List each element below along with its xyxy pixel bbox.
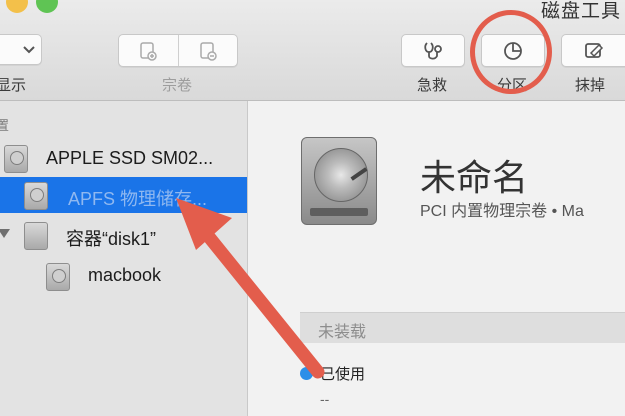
view-label: 显示 (0, 77, 27, 94)
disclosure-triangle-icon[interactable] (0, 229, 10, 238)
first-aid-button[interactable] (401, 34, 465, 67)
stethoscope-icon (421, 40, 445, 62)
remove-volume-button[interactable] (177, 35, 238, 66)
used-label: 已使用 (320, 366, 366, 383)
internal-disk-icon (4, 145, 28, 173)
erase-button[interactable] (561, 34, 625, 67)
sidebar: 置 APPLE SSD SM02... APFS 物理储存... 容器“disk… (0, 101, 248, 416)
mount-status-bar: 未装载 (300, 312, 625, 343)
erase-label: 抹掉 (575, 77, 606, 94)
hard-drive-icon (301, 137, 377, 225)
detail-pane: 未命名 PCI 内置物理宗卷 • Ma 未装载 已使用 -- (248, 101, 625, 416)
volume-icon (46, 263, 70, 291)
first-aid-label: 急救 (417, 77, 448, 94)
sidebar-section-label: 置 (0, 118, 10, 133)
app-title: 磁盘工具 (540, 1, 621, 22)
zoom-window-button[interactable] (36, 0, 58, 13)
minimize-window-button[interactable] (6, 0, 28, 13)
sidebar-item-label: 容器“disk1” (66, 229, 157, 249)
add-volume-icon (138, 41, 158, 61)
view-button[interactable] (0, 34, 42, 65)
add-volume-button[interactable] (119, 35, 178, 66)
apfs-store-icon (24, 182, 48, 210)
remove-volume-icon (198, 41, 218, 61)
sidebar-item-label: macbook (88, 265, 162, 285)
mount-status-label: 未装载 (318, 324, 367, 341)
volume-name: 未命名 (420, 157, 529, 198)
annotation-highlight-circle (470, 10, 552, 94)
volume-label: 宗卷 (162, 77, 193, 94)
volume-description: PCI 内置物理宗卷 • Ma (420, 203, 584, 220)
sidebar-item-label: APFS 物理储存... (68, 189, 208, 209)
sidebar-item-label: APPLE SSD SM02... (46, 148, 214, 168)
used-legend-dot (300, 367, 313, 380)
erase-icon (583, 41, 605, 61)
toolbar: 磁盘工具 显示 宗卷 急救 分区 抹掉 (0, 0, 625, 101)
used-value: -- (320, 391, 330, 407)
volume-button-group (118, 34, 238, 67)
sidebar-item-apfs-store[interactable]: APFS 物理储存... (0, 177, 247, 213)
chevron-down-icon (23, 45, 35, 55)
container-icon (24, 222, 48, 250)
